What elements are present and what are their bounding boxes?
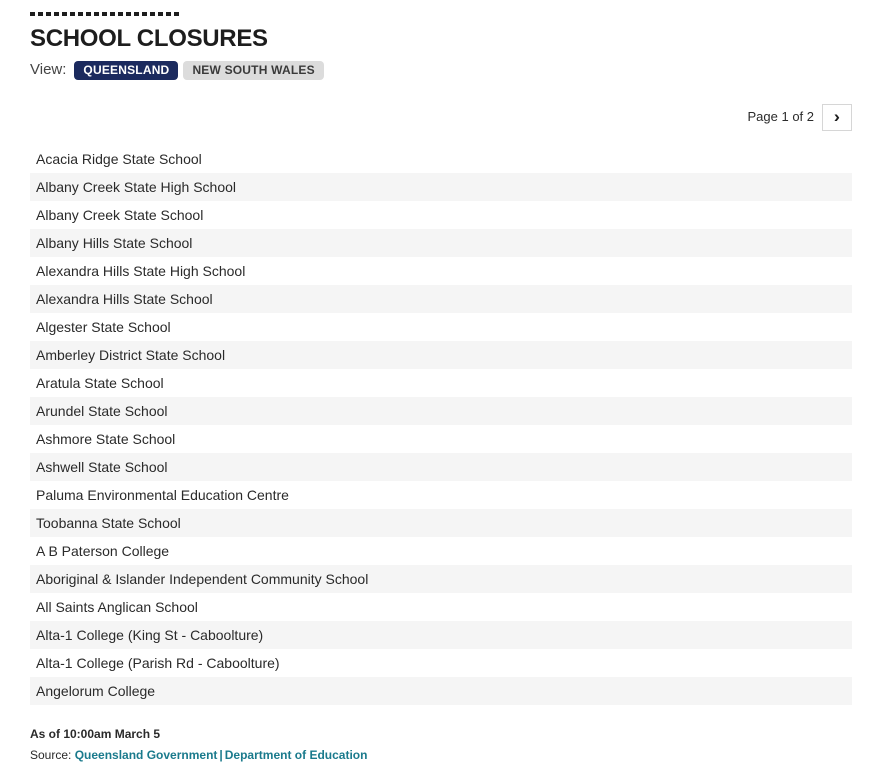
header: SCHOOL CLOSURES View: QUEENSLAND NEW SOU… bbox=[0, 12, 870, 80]
view-selector: View: QUEENSLAND NEW SOUTH WALES bbox=[30, 60, 870, 80]
list-item[interactable]: A B Paterson College bbox=[30, 537, 852, 565]
school-closures-widget: SCHOOL CLOSURES View: QUEENSLAND NEW SOU… bbox=[0, 12, 870, 778]
next-page-button[interactable]: › bbox=[822, 103, 852, 131]
list-item[interactable]: Alexandra Hills State School bbox=[30, 285, 852, 313]
dashed-rule-decoration bbox=[30, 12, 182, 16]
footer: As of 10:00am March 5 Source: Queensland… bbox=[0, 726, 870, 763]
list-item[interactable]: Paluma Environmental Education Centre bbox=[30, 481, 852, 509]
source-link-queensland-government[interactable]: Queensland Government bbox=[75, 748, 218, 762]
as-of-timestamp: As of 10:00am March 5 bbox=[30, 727, 161, 741]
list-item[interactable]: Acacia Ridge State School bbox=[30, 145, 852, 173]
view-label: View: bbox=[30, 61, 67, 78]
list-item[interactable]: Alta-1 College (King St - Caboolture) bbox=[30, 621, 852, 649]
list-item[interactable]: Alexandra Hills State High School bbox=[30, 257, 852, 285]
source-separator: | bbox=[219, 748, 223, 762]
list-item[interactable]: Ashwell State School bbox=[30, 453, 852, 481]
list-item[interactable]: Aboriginal & Islander Independent Commun… bbox=[30, 565, 852, 593]
list-item[interactable]: All Saints Anglican School bbox=[30, 593, 852, 621]
page-title: SCHOOL CLOSURES bbox=[30, 25, 268, 52]
list-item[interactable]: Arundel State School bbox=[30, 397, 852, 425]
list-item[interactable]: Algester State School bbox=[30, 313, 852, 341]
chevron-right-icon: › bbox=[833, 106, 841, 126]
list-item[interactable]: Toobanna State School bbox=[30, 509, 852, 537]
list-item[interactable]: Albany Creek State High School bbox=[30, 173, 852, 201]
source-line: Source: Queensland Government | Department… bbox=[30, 747, 870, 763]
list-item[interactable]: Albany Creek State School bbox=[30, 201, 852, 229]
school-closures-list: Acacia Ridge State School Albany Creek St… bbox=[0, 145, 870, 705]
pagination: Page 1 of 2 › bbox=[0, 103, 870, 131]
list-item[interactable]: Angelorum College bbox=[30, 677, 852, 705]
tab-new-south-wales[interactable]: NEW SOUTH WALES bbox=[183, 60, 324, 80]
source-link-department-of-education[interactable]: Department of Education bbox=[225, 748, 368, 762]
pagination-label: Page 1 of 2 bbox=[747, 109, 815, 124]
list-item[interactable]: Aratula State School bbox=[30, 369, 852, 397]
source-prefix-label: Source: bbox=[30, 748, 72, 762]
list-item[interactable]: Ashmore State School bbox=[30, 425, 852, 453]
list-item[interactable]: Amberley District State School bbox=[30, 341, 852, 369]
list-item[interactable]: Albany Hills State School bbox=[30, 229, 852, 257]
list-item[interactable]: Alta-1 College (Parish Rd - Caboolture) bbox=[30, 649, 852, 677]
tab-queensland[interactable]: QUEENSLAND bbox=[74, 60, 179, 80]
